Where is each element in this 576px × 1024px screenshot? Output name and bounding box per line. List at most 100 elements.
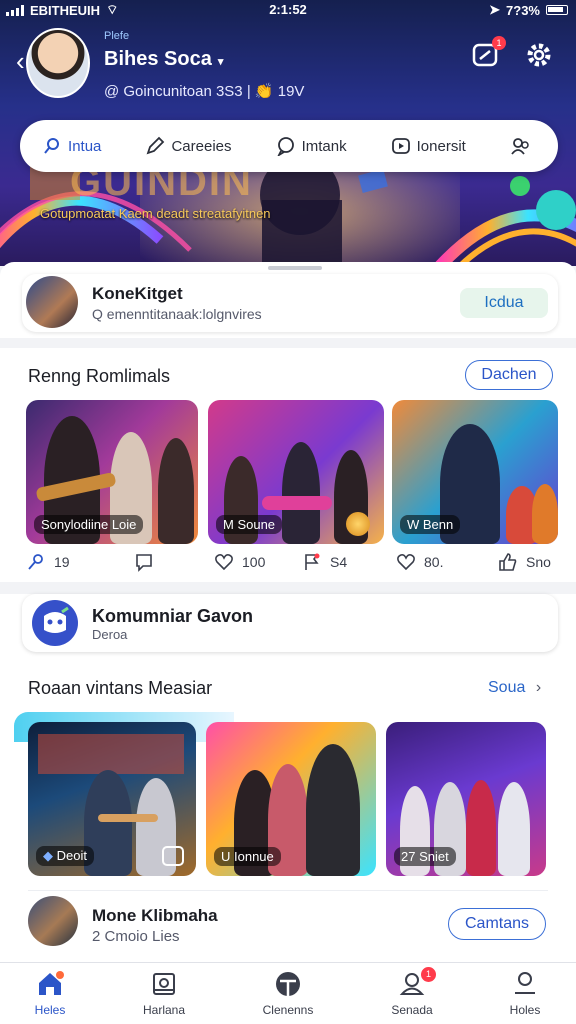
tab-ionersit[interactable]: Ionersit — [391, 136, 466, 156]
media-tag: M Soune — [216, 515, 283, 534]
camera-icon[interactable] — [162, 846, 184, 866]
notifications-button[interactable]: 1 — [470, 36, 506, 70]
heart-icon — [397, 554, 415, 571]
media-tag: ◆ Deoit — [36, 846, 94, 866]
table-object — [262, 496, 332, 510]
drag-handle[interactable] — [268, 266, 322, 270]
stat-value: 19 — [54, 554, 70, 570]
media-tile[interactable]: U Ionnue — [206, 722, 376, 876]
widget-thumbnail — [26, 276, 78, 328]
battery-icon — [546, 5, 568, 15]
section-divider — [0, 582, 576, 594]
stat-value: 80. — [424, 554, 444, 570]
section-title: Roaan vintans Measiar — [28, 678, 213, 698]
tab-label: Careeies — [171, 137, 232, 155]
avatar[interactable] — [26, 28, 90, 98]
tab-people[interactable] — [510, 136, 536, 156]
nav-item-holes[interactable]: Holes — [480, 969, 570, 1017]
photo-figure — [532, 484, 558, 544]
chevron-down-icon: ▾ — [217, 56, 224, 68]
community-title: Komumniar Gavon — [92, 606, 254, 626]
tab-careeies[interactable]: Careeies — [145, 136, 232, 156]
flag-icon — [305, 553, 320, 570]
stat-value: 100 — [242, 554, 266, 570]
section-see-all-link[interactable]: Soua › — [488, 679, 541, 697]
stat-value: Sno — [526, 554, 551, 570]
nav-label: Clenenns — [262, 1003, 314, 1017]
food-tray — [98, 814, 158, 822]
nav-label: Senada — [391, 1003, 433, 1017]
media-tile[interactable]: W Benn — [392, 400, 558, 544]
nav-label: Harlana — [142, 1003, 186, 1017]
group-subtitle: 2 Cmoio Lies — [92, 928, 180, 945]
media-tile[interactable]: 27 Sniet — [386, 722, 546, 876]
media-tag: 27 Sniet — [394, 847, 456, 866]
media-tile[interactable]: ◆ Deoit — [28, 722, 196, 876]
media-tag: U Ionnue — [214, 847, 281, 866]
search-icon — [44, 138, 60, 154]
photo-figure — [282, 442, 320, 544]
media-tile[interactable]: M Soune — [208, 400, 384, 544]
tab-label: Ionersit — [416, 137, 466, 155]
community-icon — [44, 606, 69, 633]
photo-background — [38, 734, 184, 774]
stat-value: S4 — [330, 554, 348, 570]
profile-label: Plefe — [104, 30, 130, 42]
featured-widget-card[interactable]: KoneKitget Q emenntitanaak:lolgnvires Ic… — [22, 274, 558, 332]
profile-icon — [515, 972, 535, 994]
stat-thumbs-up[interactable]: Sno — [498, 552, 551, 572]
tab-label: Intua — [68, 137, 102, 155]
group-title: Mone Klibmaha — [92, 906, 218, 925]
stat-flag[interactable]: S4 — [302, 552, 347, 572]
stat-pin[interactable]: 19 — [26, 552, 70, 572]
group-thumbnail — [28, 896, 78, 946]
stat-likes[interactable]: 80. — [396, 552, 443, 572]
settings-button[interactable] — [524, 40, 554, 70]
location-icon: ➤ — [489, 2, 501, 17]
pin-icon — [28, 554, 43, 570]
bottom-navigation: Heles Harlana Clenenns 1 Senada Holes — [0, 962, 576, 1024]
comment-icon — [136, 554, 152, 572]
status-bar: EBITHEUIH ⌔ 2:1:52 ➤ 7?3% — [0, 0, 576, 22]
stat-comment[interactable] — [134, 552, 162, 572]
engagement-stats-row: 19 100 S4 80. Sno — [0, 552, 576, 578]
check-icon: ◆ — [43, 848, 57, 863]
media-tile[interactable]: Sonylodiine Loie — [26, 400, 198, 544]
globe-icon — [276, 972, 300, 996]
tab-imtank[interactable]: Imtank — [276, 136, 347, 156]
section-more-button[interactable]: Dachen — [465, 360, 553, 390]
photo-icon — [153, 973, 175, 995]
battery-percent: 7?3% — [506, 2, 540, 18]
community-card[interactable]: Komumniar Gavon Deroa — [22, 594, 558, 652]
nav-badge: 1 — [421, 967, 436, 982]
home-icon — [39, 971, 64, 995]
hero-banner-caption: Gotupmoatat Kaem deadt streatafyitnen — [40, 206, 271, 221]
nav-label: Heles — [34, 1003, 66, 1017]
tab-intua[interactable]: Intua — [42, 136, 101, 156]
profile-meta: @ Goincunitoan 3S3 | 👏 19V — [104, 83, 305, 100]
profile-name[interactable]: Bihes Soca ▾ — [104, 48, 223, 71]
section-divider — [0, 338, 576, 348]
nav-label: Holes — [509, 1003, 541, 1017]
nav-item-harlana[interactable]: Harlana — [119, 969, 209, 1017]
widget-title: KoneKitget — [92, 284, 183, 303]
stat-likes[interactable]: 100 — [214, 552, 265, 572]
chevron-right-icon: › — [535, 679, 542, 696]
nav-item-home[interactable]: Heles — [5, 969, 95, 1017]
nav-item-clenenns[interactable]: Clenenns — [243, 969, 333, 1017]
thumbs-up-icon — [499, 553, 517, 571]
group-action-button[interactable]: Camtans — [448, 908, 546, 940]
hero-tab-bar: Intua Careeies Imtank Ionersit — [20, 120, 558, 172]
widget-action-button[interactable]: Icdua — [460, 288, 548, 318]
row-divider — [28, 890, 548, 891]
profile-hero: GUINDIN Gotupmoatat Kaem deadt streatafy… — [0, 0, 576, 266]
widget-subtitle: Q emenntitanaak:lolgnvires — [92, 306, 262, 322]
chat-icon — [277, 137, 294, 156]
play-icon — [391, 138, 410, 154]
community-logo — [32, 600, 78, 646]
gear-icon — [527, 43, 551, 67]
media-tag-text: Deoit — [56, 848, 87, 863]
back-button[interactable]: ‹ — [16, 46, 25, 77]
photo-figure — [306, 744, 360, 876]
nav-item-senada[interactable]: 1 Senada — [367, 967, 457, 1017]
